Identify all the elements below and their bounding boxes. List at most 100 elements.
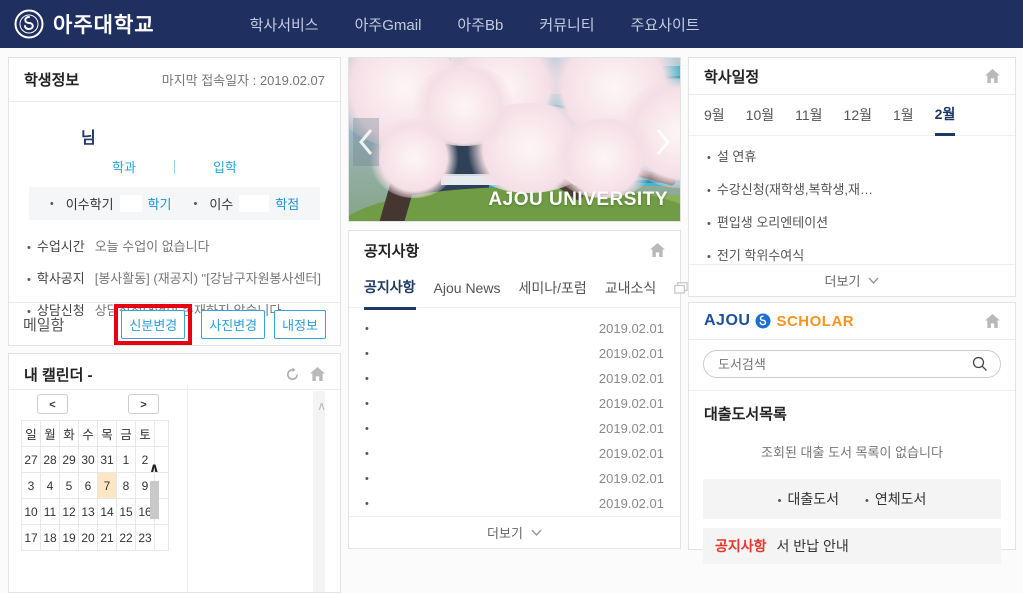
notice-list-item[interactable]: •2019.02.01	[349, 316, 680, 341]
calendar-day-cell[interactable]: 13	[79, 499, 98, 525]
month-tab[interactable]: 12월	[844, 105, 872, 134]
calendar-day-cell[interactable]: 5	[60, 473, 79, 499]
bullet-icon: •	[365, 323, 369, 335]
calendar-day-cell[interactable]: 4	[41, 473, 60, 499]
home-icon[interactable]	[985, 314, 1000, 328]
month-tab[interactable]: 2월	[935, 104, 956, 136]
nav-item[interactable]: 커뮤니티	[539, 14, 594, 35]
bullet-icon: •	[365, 498, 369, 510]
calendar-day-cell[interactable]: 30	[79, 447, 98, 473]
notice-list-item[interactable]: •2019.02.01	[349, 341, 680, 366]
library-notice-row[interactable]: 공지사항 서 반납 안내	[703, 528, 1001, 564]
carousel-next-icon[interactable]	[650, 118, 676, 166]
weekday-label: 금	[117, 421, 136, 447]
calendar-day-cell[interactable]: 15	[117, 499, 136, 525]
calendar-day-cell[interactable]: 8	[117, 473, 136, 499]
notice-list-item[interactable]: •2019.02.01	[349, 366, 680, 391]
loan-link[interactable]: •대출도서	[778, 489, 839, 509]
scholar-logo-scholar: SCHOLAR	[776, 313, 854, 330]
calendar-prev-button[interactable]: <	[37, 394, 68, 414]
semester-label: 이수학기	[66, 194, 114, 213]
info-value: [봉사활동] (재공지) "[강남구자원봉사센터]…	[95, 268, 322, 287]
calendar-day-cell[interactable]: 1	[117, 447, 136, 473]
change-status-button[interactable]: 신분변경	[121, 310, 185, 339]
carousel-prev-icon[interactable]	[353, 118, 379, 166]
notice-tab[interactable]: 세미나/포럼	[518, 278, 586, 308]
calendar-scroll-up-icon[interactable]: ∧	[149, 460, 160, 476]
home-icon[interactable]	[985, 69, 1000, 83]
month-tab[interactable]: 10월	[746, 105, 774, 134]
calendar-day-cell[interactable]: 7	[98, 473, 117, 499]
calendar-day-cell[interactable]: 19	[60, 525, 79, 551]
overlap-windows-icon[interactable]	[674, 282, 688, 294]
notice-list-item[interactable]: •2019.02.01	[349, 466, 680, 491]
schedule-list-item[interactable]: •전기 학위수여식	[707, 245, 997, 264]
calendar-day-cell[interactable]: 27	[22, 447, 41, 473]
more-label: 더보기	[825, 271, 861, 290]
calendar-day-cell[interactable]: 21	[98, 525, 117, 551]
scholar-header: AJOU SCHOLAR	[689, 303, 1015, 340]
schedule-list-item[interactable]: •설 연휴	[707, 146, 997, 165]
refresh-icon[interactable]	[285, 367, 300, 382]
ajou-logo[interactable]: 아주대학교	[14, 9, 155, 39]
calendar-day-cell[interactable]: 10	[22, 499, 41, 525]
change-photo-button[interactable]: 사진변경	[201, 310, 265, 339]
bullet-icon: •	[365, 398, 369, 410]
nav-item[interactable]: 주요사이트	[631, 14, 700, 35]
calendar-day-cell[interactable]: 3	[22, 473, 41, 499]
notice-date: 2019.02.01	[599, 346, 664, 361]
loan-link-label: 대출도서	[787, 491, 839, 507]
calendar-day-cell[interactable]: 14	[98, 499, 117, 525]
home-icon[interactable]	[650, 243, 665, 257]
month-tab[interactable]: 1월	[893, 105, 914, 134]
calendar-day-cell[interactable]: 12	[60, 499, 79, 525]
mailbox-link[interactable]: 메일함	[23, 314, 64, 335]
calendar-day-cell[interactable]: 22	[117, 525, 136, 551]
month-tab[interactable]: 11월	[795, 105, 822, 134]
calendar-next-button[interactable]: >	[128, 394, 159, 414]
schedule-more-button[interactable]: 더보기	[689, 264, 1015, 296]
scroll-up-icon[interactable]: ∧	[317, 399, 326, 413]
divider	[187, 385, 188, 592]
loan-link[interactable]: •연체도서	[865, 489, 926, 509]
home-icon[interactable]	[310, 367, 325, 381]
bullet-icon: •	[365, 448, 369, 460]
calendar-scrollbar-thumb[interactable]	[150, 481, 159, 519]
notice-tab[interactable]: Ajou News	[434, 280, 501, 306]
schedule-list-item[interactable]: •편입생 오리엔테이션	[707, 212, 997, 231]
calendar-day-cell[interactable]: 29	[60, 447, 79, 473]
calendar-day-cell[interactable]: 20	[79, 525, 98, 551]
nav-item[interactable]: 아주Bb	[457, 14, 503, 35]
book-search-input[interactable]	[716, 356, 972, 373]
bullet-icon: •	[193, 198, 197, 210]
notice-tab[interactable]: 공지사항	[364, 277, 416, 310]
notice-list-item[interactable]: •2019.02.01	[349, 416, 680, 441]
month-tab[interactable]: 9월	[704, 105, 725, 134]
calendar-day-cell[interactable]: 6	[79, 473, 98, 499]
notice-list-item[interactable]: •2019.02.01	[349, 491, 680, 516]
month-tabs: 9월 10월 11월 12월 1월 2월	[689, 95, 1015, 136]
calendar-day-cell[interactable]: 18	[41, 525, 60, 551]
calendar-day-cell[interactable]: 31	[98, 447, 117, 473]
schedule-list-item[interactable]: •수강신청(재학생,복학생,재…	[707, 179, 997, 198]
notice-list-item[interactable]: •2019.02.01	[349, 391, 680, 416]
nav-item[interactable]: 학사서비스	[250, 14, 319, 35]
search-icon[interactable]	[972, 356, 988, 372]
notice-more-button[interactable]: 더보기	[349, 516, 680, 548]
notice-list-item[interactable]: •2019.02.01	[349, 441, 680, 466]
student-info-row: •수업시간오늘 수업이 없습니다	[27, 236, 322, 255]
notice-tab[interactable]: 교내소식	[605, 278, 657, 308]
calendar-day-cell[interactable]: 11	[41, 499, 60, 525]
student-info-header: 학생정보 마지막 접속일자 : 2019.02.07	[9, 58, 340, 102]
calendar-header: 내 캘린더 -	[9, 354, 340, 390]
calendar-day-cell[interactable]: 17	[22, 525, 41, 551]
calendar-day-cell[interactable]: 23	[136, 525, 155, 551]
calendar-day-cell[interactable]: 28	[41, 447, 60, 473]
redacted-value	[120, 195, 142, 212]
scholar-logo[interactable]: AJOU SCHOLAR	[704, 312, 854, 330]
ajou-scholar-panel: AJOU SCHOLAR 대출도서목록 조회된 대출 도서 목록이 없습니다 •…	[688, 302, 1016, 550]
my-info-button[interactable]: 내정보	[274, 310, 326, 339]
panel-scrollbar-track[interactable]	[313, 391, 325, 592]
schedule-item-text: 전기 학위수여식	[717, 245, 804, 264]
nav-item[interactable]: 아주Gmail	[355, 14, 422, 35]
